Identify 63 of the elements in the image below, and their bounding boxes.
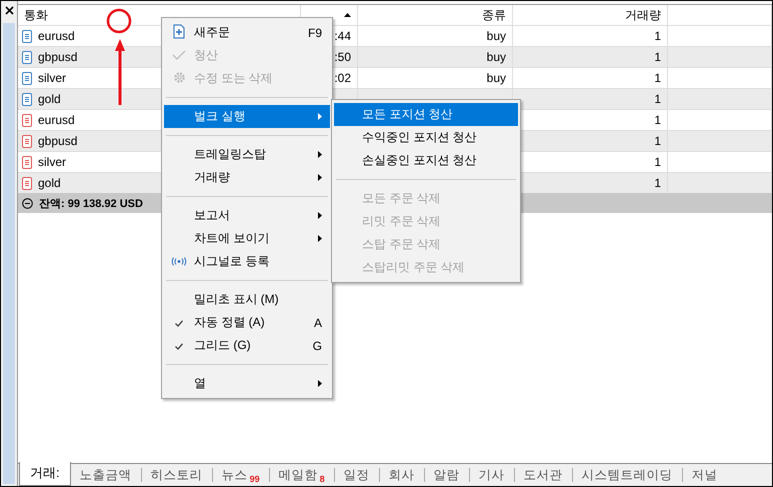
tab[interactable]: 회사 xyxy=(380,465,424,485)
table-cell: gbpusd xyxy=(38,50,78,64)
menu-item[interactable]: 모든 포지션 청산 xyxy=(334,103,518,126)
table-cell: 1 xyxy=(654,176,661,190)
table-cell: 1 xyxy=(654,134,661,148)
table-cell: gold xyxy=(38,176,61,190)
menu-item[interactable]: 시그널로 등록 xyxy=(164,250,330,273)
annotation-circle xyxy=(106,8,132,34)
check-icon xyxy=(172,48,186,62)
close-icon[interactable] xyxy=(4,6,14,15)
table-cell: :50 xyxy=(334,50,351,64)
table-cell: eurusd xyxy=(38,29,75,43)
tab[interactable]: 뉴스 $_{99}$ xyxy=(212,465,269,485)
menu-item[interactable]: 차트에 보이기 xyxy=(164,227,330,250)
menu-item[interactable]: 벌크 실행 xyxy=(164,105,330,128)
tab[interactable]: 히스토리 xyxy=(142,465,212,485)
table-cell: :44 xyxy=(334,29,351,43)
new-order-icon xyxy=(173,24,185,42)
column-header[interactable]: 종류 xyxy=(358,5,513,25)
collapse-icon[interactable] xyxy=(22,198,33,208)
column-header-label: 통화 xyxy=(24,6,48,24)
table-cell: 1 xyxy=(654,71,661,85)
table-cell: silver xyxy=(38,71,66,85)
tab[interactable]: 거래: xyxy=(19,462,71,486)
balance-label: 잔액: 99 138.92 USD xyxy=(39,196,143,210)
menu-item[interactable]: 보고서 xyxy=(164,204,330,227)
column-header-label: 거래량 xyxy=(625,6,661,24)
menu-item[interactable]: 자동 정렬 (A) A xyxy=(164,311,330,334)
signal-icon xyxy=(171,254,187,268)
table-cell: 1 xyxy=(654,155,661,169)
menu-item[interactable]: 트레일링스탑 xyxy=(164,143,330,166)
table-cell: 1 xyxy=(654,29,661,43)
column-header-label: 종류 xyxy=(482,6,506,24)
tab[interactable]: 기사 xyxy=(470,465,514,485)
shortcut-label: A xyxy=(314,316,322,330)
tab[interactable]: 알람 xyxy=(424,465,469,485)
table-cell: buy xyxy=(486,71,506,85)
table-cell: 1 xyxy=(654,113,661,127)
menu-item[interactable]: 그리드 (G) G xyxy=(164,334,330,357)
table-cell: gold xyxy=(38,92,61,106)
tab[interactable]: 노출금액 xyxy=(70,465,141,485)
table-cell: :02 xyxy=(334,71,351,85)
menu-item[interactable]: 거래량 xyxy=(164,166,330,189)
tab[interactable]: 일정 xyxy=(334,465,379,485)
table-cell: 1 xyxy=(654,50,661,64)
menu-item[interactable]: 밀리초 표시 (M) xyxy=(164,288,330,311)
shortcut-label: F9 xyxy=(308,26,322,40)
tab[interactable]: 시스템트레이딩 xyxy=(572,465,682,485)
menu-item[interactable]: 열 xyxy=(164,372,330,395)
column-header[interactable]: 거래량 xyxy=(513,5,668,25)
annotation-arrow xyxy=(115,39,125,105)
table-cell: gbpusd xyxy=(38,134,78,148)
table-cell: buy xyxy=(486,29,506,43)
table-cell: silver xyxy=(38,155,66,169)
tab[interactable]: 저널 xyxy=(682,465,727,485)
tab[interactable]: 도서관 xyxy=(514,465,572,485)
shortcut-label: G xyxy=(312,338,322,352)
menu-item[interactable]: 손실중인 포지션 청산 xyxy=(334,149,518,172)
menu-item[interactable]: 수익중인 포지션 청산 xyxy=(334,126,518,149)
table-cell: 1 xyxy=(654,92,661,106)
table-cell: buy xyxy=(486,50,506,64)
table-cell: eurusd xyxy=(38,113,75,127)
tab[interactable]: 메일함 $_{8}$ xyxy=(270,465,334,485)
